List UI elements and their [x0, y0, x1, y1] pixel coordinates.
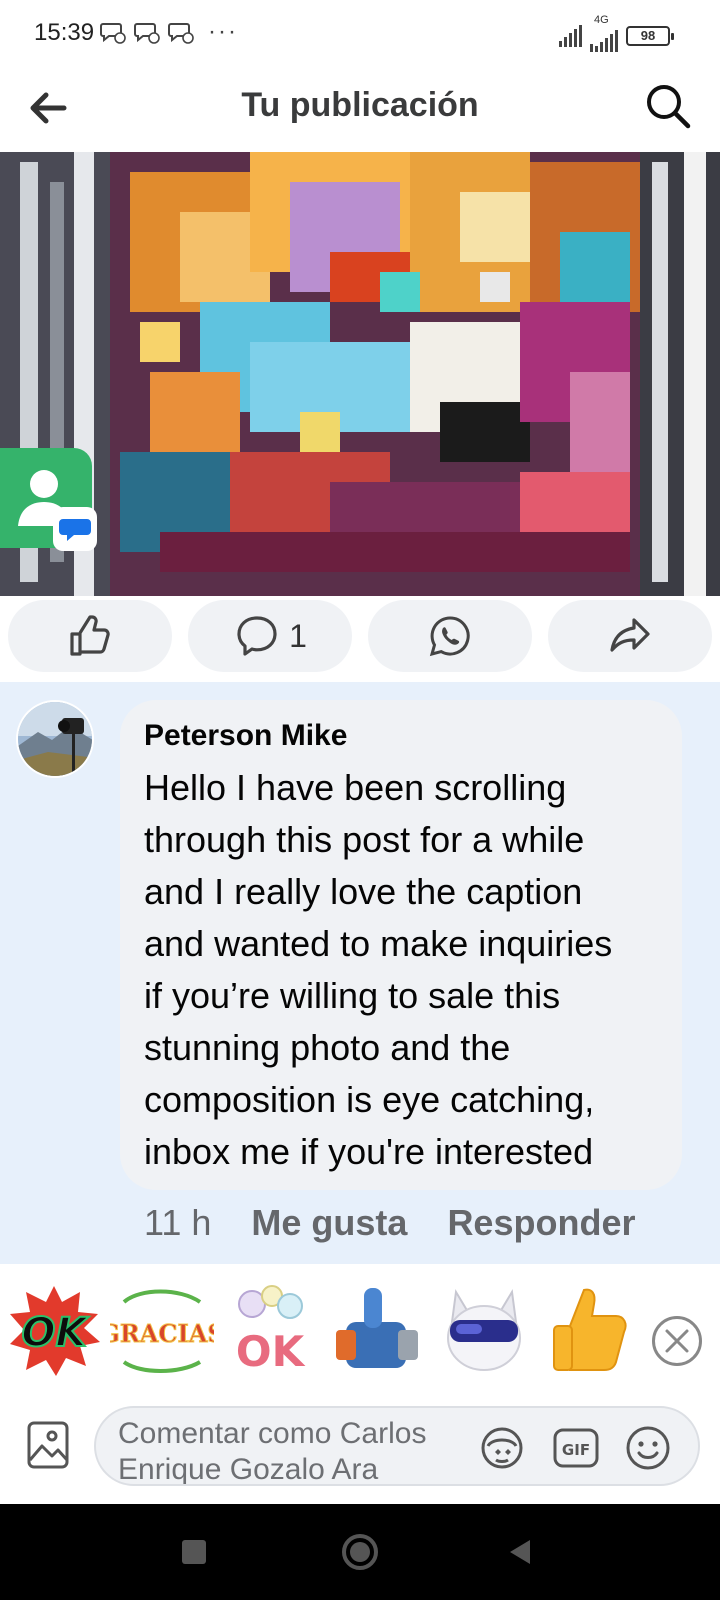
comment-reply-link[interactable]: Responder	[447, 1202, 635, 1244]
svg-text:GIF: GIF	[562, 1441, 590, 1459]
gif-icon[interactable]: GIF	[552, 1424, 600, 1472]
image-attach-icon[interactable]	[26, 1420, 70, 1470]
comment-placeholder: Comentar como Carlos Enrique Gozalo Ara	[118, 1417, 427, 1486]
avatar-sticker-icon[interactable]	[478, 1424, 526, 1472]
search-icon[interactable]	[642, 80, 694, 132]
app-header: Tu publicación	[0, 66, 720, 152]
avatar-photo	[18, 702, 92, 776]
network-signal: 4G	[590, 14, 618, 52]
comment-count: 1	[289, 617, 307, 654]
comment-meta: 11 h Me gusta Responder	[144, 1202, 635, 1244]
thumbs-up-sticker[interactable]	[540, 1282, 636, 1378]
emoji-icon[interactable]	[624, 1424, 672, 1472]
chat-notification-icon	[168, 23, 194, 44]
comment-author[interactable]: Peterson Mike	[144, 716, 658, 756]
chat-notification-icon	[134, 23, 160, 44]
comment-like-link[interactable]: Me gusta	[251, 1202, 407, 1244]
comment-bubble-icon	[237, 616, 277, 656]
recents-square-icon[interactable]	[174, 1532, 214, 1572]
comment-text: Hello I have been scrolling through this…	[144, 767, 613, 1172]
chat-notification-icon	[100, 23, 126, 44]
system-nav-bar	[0, 1504, 720, 1600]
whatsapp-icon	[429, 616, 470, 657]
comment-bubble[interactable]: Peterson Mike Hello I have been scrollin…	[120, 700, 682, 1190]
comment-button[interactable]: 1	[188, 600, 352, 672]
signal-icon	[559, 25, 582, 47]
highlighted-comment: Peterson Mike Hello I have been scrollin…	[0, 682, 720, 1264]
home-circle-icon[interactable]	[336, 1528, 384, 1576]
like-button[interactable]	[8, 600, 172, 672]
sticker-suggestions: OK GRACIAS OK	[0, 1264, 720, 1396]
floating-contact-bubble[interactable]	[0, 448, 97, 551]
share-button[interactable]	[548, 600, 712, 672]
thumbs-up-icon	[70, 615, 110, 656]
ok-sticker-text: OK	[22, 1310, 90, 1356]
gracias-sticker-text: GRACIAS	[110, 1319, 214, 1348]
status-time: 15:39	[34, 19, 95, 46]
message-bubble-icon	[53, 507, 97, 551]
battery-icon: 98	[626, 26, 674, 46]
back-triangle-icon[interactable]	[500, 1532, 540, 1572]
comment-input[interactable]: Comentar como Carlos Enrique Gozalo Ara …	[94, 1406, 700, 1486]
status-notifications: ···	[100, 20, 238, 44]
avatar[interactable]	[16, 700, 94, 778]
comment-time[interactable]: 11 h	[144, 1202, 211, 1244]
cute-ok-sticker[interactable]: OK	[222, 1282, 318, 1378]
network-type: 4G	[594, 14, 609, 26]
cute-ok-sticker-text: OK	[236, 1327, 306, 1376]
signal-4g-icon	[590, 30, 618, 52]
battery-level: 98	[640, 28, 656, 43]
more-notifications-icon: ···	[208, 18, 238, 45]
post-image-art	[0, 152, 720, 596]
whatsapp-share-button[interactable]	[368, 600, 532, 672]
cat-sunglasses-sticker[interactable]	[436, 1282, 532, 1378]
comment-composer: Comentar como Carlos Enrique Gozalo Ara …	[0, 1396, 720, 1504]
close-icon	[665, 1329, 689, 1353]
post-photo[interactable]	[0, 152, 720, 596]
post-actions-bar: 1	[8, 600, 712, 674]
close-stickers-button[interactable]	[652, 1316, 702, 1366]
ok-sticker[interactable]: OK	[6, 1282, 102, 1378]
status-bar: 15:39 ··· 4G 98	[0, 0, 720, 66]
page-title: Tu publicación	[241, 86, 479, 124]
status-right: 4G 98	[559, 14, 674, 52]
gracias-sticker[interactable]: GRACIAS	[110, 1282, 214, 1378]
share-arrow-icon	[610, 618, 650, 652]
robot-thumbs-sticker[interactable]	[328, 1282, 424, 1378]
